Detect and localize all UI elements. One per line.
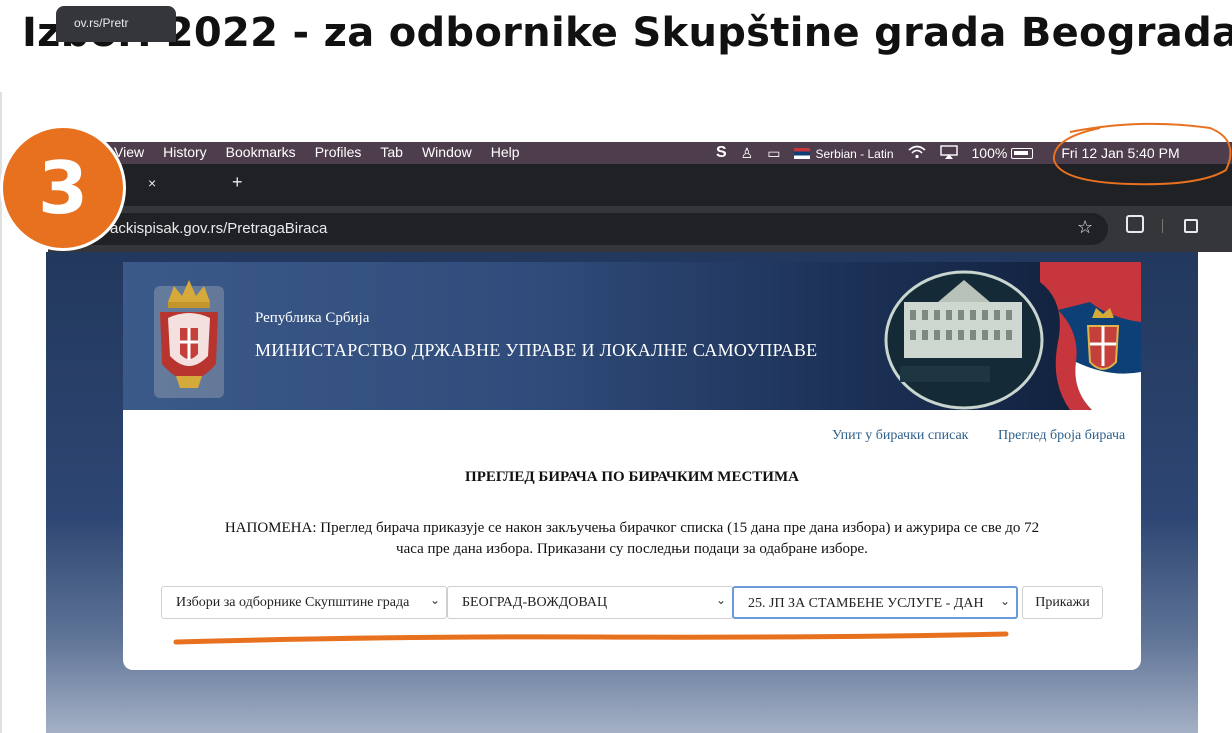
toolbar-separator [1162,219,1163,233]
step-number: 3 [37,146,89,230]
extensions-icon[interactable] [1126,215,1144,233]
tab-close-icon[interactable]: × [148,175,156,191]
new-tab-icon[interactable]: + [232,172,243,193]
election-select-value: Избори за одборнике Скупштине града [176,595,410,610]
chevron-down-icon: ⌄ [715,593,726,607]
ministry-title: МИНИСТАРСТВО ДРЖАВНЕ УПРАВЕ И ЛОКАЛНЕ СА… [255,340,818,360]
government-building-emblem [884,270,1044,410]
browser-tabbar [48,164,1232,206]
page-heading: ПРЕГЛЕД БИРАЧА ПО БИРАЧКИМ МЕСТИМА [465,469,799,485]
municipality-select[interactable]: БЕОГРАД-ВОЖДОВАЦ ⌄ [447,586,733,619]
menubar-status: S ♙ ▭ Serbian - Latin 100% Fri 12 Jan 5:… [716,144,1194,162]
polling-station-select[interactable]: 25. ЈП ЗА СТАМБЕНЕ УСЛУГЕ - ДАН ⌄ [732,586,1018,619]
republic-label: Република Србија [255,310,370,326]
election-select[interactable]: Избори за одборнике Скупштине града ⌄ [161,586,447,619]
polling-station-select-value: 25. ЈП ЗА СТАМБЕНЕ УСЛУГЕ - ДАН [748,596,984,611]
menu-tab[interactable]: Tab [380,144,403,160]
macos-menubar: View History Bookmarks Profiles Tab Wind… [48,142,1232,164]
chevron-down-icon: ⌄ [999,594,1010,608]
input-source[interactable]: Serbian - Latin [794,145,894,161]
menubar-datetime[interactable]: Fri 12 Jan 5:40 PM [1061,145,1179,161]
side-panel-icon[interactable] [1184,219,1198,233]
browser-tab[interactable]: ov.rs/Pretr [56,6,176,42]
slide-frame-right [1198,252,1232,733]
bookmark-star-icon[interactable]: ☆ [1077,217,1093,238]
battery-label: 100% [971,145,1008,161]
menu-bookmarks[interactable]: Bookmarks [226,144,296,160]
menu-window[interactable]: Window [422,144,472,160]
voter-list-query-link[interactable]: Упит у бирачки списак [832,428,969,444]
battery-icon[interactable] [1011,145,1034,161]
menu-history[interactable]: History [163,144,207,160]
menu-profiles[interactable]: Profiles [315,144,362,160]
skype-icon[interactable]: S [716,144,727,162]
browser-toolbar: ackispisak.gov.rs/PretragaBiraca [48,206,1232,252]
coat-of-arms-icon [154,280,224,398]
municipality-select-value: БЕОГРАД-ВОЖДОВАЦ [462,595,608,610]
step-badge: 3 [0,125,126,251]
serbian-flag-icon [794,148,811,159]
serbian-flag-image [1040,262,1141,410]
menu-items: View History Bookmarks Profiles Tab Wind… [114,144,539,160]
address-bar[interactable]: ackispisak.gov.rs/PretragaBiraca [48,213,1108,245]
chevron-down-icon: ⌄ [429,593,440,607]
wifi-icon[interactable] [907,145,926,162]
voter-count-link[interactable]: Преглед броја бирача [998,428,1125,444]
menu-help[interactable]: Help [491,144,520,160]
airplay-icon[interactable] [939,144,958,162]
keyboard-icon[interactable]: ▭ [767,145,780,162]
language-label: Serbian - Latin [815,147,894,161]
show-button[interactable]: Прикажи [1022,586,1103,619]
accessibility-icon[interactable]: ♙ [741,145,754,162]
slide-title: Izbori 2022 - za odbornike Skupštine gra… [22,10,1232,56]
note-text: НАПОМЕНА: Преглед бирача приказује се на… [224,520,1040,557]
